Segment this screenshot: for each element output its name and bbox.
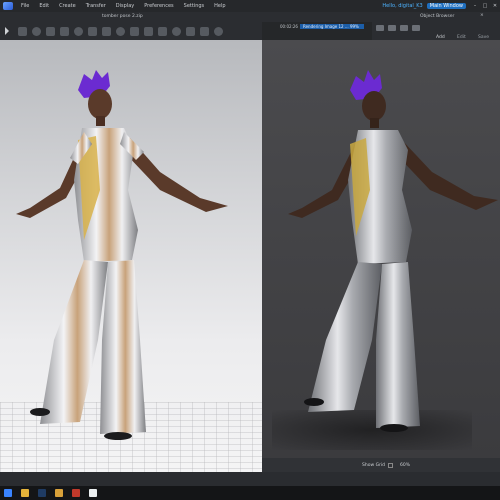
menu-file[interactable]: File bbox=[16, 3, 34, 9]
app-window: File Edit Create Transfer Display Prefer… bbox=[0, 0, 500, 500]
minimize-button[interactable]: – bbox=[470, 3, 480, 9]
folder-icon[interactable] bbox=[21, 489, 29, 497]
document-tab-row: tomber pose 2.zip Object Browser × bbox=[0, 12, 500, 22]
render-tool-icon[interactable] bbox=[102, 26, 111, 36]
list-icon[interactable] bbox=[388, 25, 396, 31]
scene-viewport[interactable] bbox=[0, 40, 262, 472]
filter-icon[interactable] bbox=[400, 25, 408, 31]
main-window-badge[interactable]: Main Window bbox=[426, 3, 466, 9]
settings-tool-icon[interactable] bbox=[186, 26, 195, 36]
figure-model-preview[interactable] bbox=[0, 40, 262, 472]
user-greeting[interactable]: Hello, digital_K3 bbox=[378, 3, 426, 9]
snap-tool-icon[interactable] bbox=[172, 26, 181, 36]
view-tool-icon[interactable] bbox=[116, 26, 125, 36]
c-icon[interactable] bbox=[89, 489, 97, 497]
layout-tool-icon[interactable] bbox=[200, 26, 209, 36]
ds-icon[interactable] bbox=[72, 489, 80, 497]
add-tool-icon[interactable] bbox=[214, 26, 223, 36]
render-viewport[interactable] bbox=[262, 40, 500, 458]
camera-tool-icon[interactable] bbox=[74, 26, 83, 36]
timeline-strip bbox=[0, 472, 500, 486]
rotate-tool-icon[interactable] bbox=[32, 26, 41, 36]
windows-icon[interactable] bbox=[4, 489, 12, 497]
photoshop-icon[interactable] bbox=[38, 489, 46, 497]
maximize-button[interactable]: □ bbox=[480, 3, 490, 9]
menu-bar: File Edit Create Transfer Display Prefer… bbox=[0, 0, 500, 12]
folder-icon[interactable] bbox=[376, 25, 384, 31]
object-browser-close-button[interactable]: × bbox=[480, 13, 484, 18]
object-browser-title[interactable]: Object Browser bbox=[420, 14, 454, 19]
menu-settings[interactable]: Settings bbox=[179, 3, 210, 9]
light-tool-icon[interactable] bbox=[88, 26, 97, 36]
zoom-level[interactable]: 60% bbox=[400, 463, 410, 468]
align-tool-icon[interactable] bbox=[158, 26, 167, 36]
menu-display[interactable]: Display bbox=[111, 3, 139, 9]
app-logo-icon bbox=[3, 2, 13, 10]
document-title[interactable]: tomber pose 2.zip bbox=[102, 14, 143, 19]
pose-tool-icon[interactable] bbox=[60, 26, 69, 36]
menu-preferences[interactable]: Preferences bbox=[139, 3, 178, 9]
grid-tool-icon[interactable] bbox=[130, 26, 139, 36]
scale-tool-icon[interactable] bbox=[46, 26, 55, 36]
explorer-icon[interactable] bbox=[55, 489, 63, 497]
show-grid-label: Show Grid bbox=[362, 463, 386, 468]
render-elapsed-time: 00:02:26 bbox=[280, 24, 298, 29]
menu-create[interactable]: Create bbox=[54, 3, 81, 9]
move-tool-icon[interactable] bbox=[18, 26, 27, 36]
select-tool-icon[interactable] bbox=[4, 26, 13, 36]
sort-icon[interactable] bbox=[412, 25, 420, 31]
frame-tool-icon[interactable] bbox=[144, 26, 153, 36]
menu-edit[interactable]: Edit bbox=[34, 3, 54, 9]
figure-render-preview bbox=[288, 70, 498, 432]
render-progress-bar: Rendering Image 12 ... 99% bbox=[300, 24, 364, 29]
render-status-bar: 00:02:26 Rendering Image 12 ... 99% bbox=[262, 22, 372, 40]
main-toolbar bbox=[0, 22, 262, 40]
menu-help[interactable]: Help bbox=[209, 3, 230, 9]
show-grid-checkbox[interactable] bbox=[388, 463, 393, 468]
viewport-status-bar: Show Grid 60% bbox=[262, 458, 500, 472]
close-window-button[interactable]: ✕ bbox=[490, 3, 500, 9]
os-taskbar bbox=[0, 486, 500, 500]
menu-transfer[interactable]: Transfer bbox=[81, 3, 111, 9]
